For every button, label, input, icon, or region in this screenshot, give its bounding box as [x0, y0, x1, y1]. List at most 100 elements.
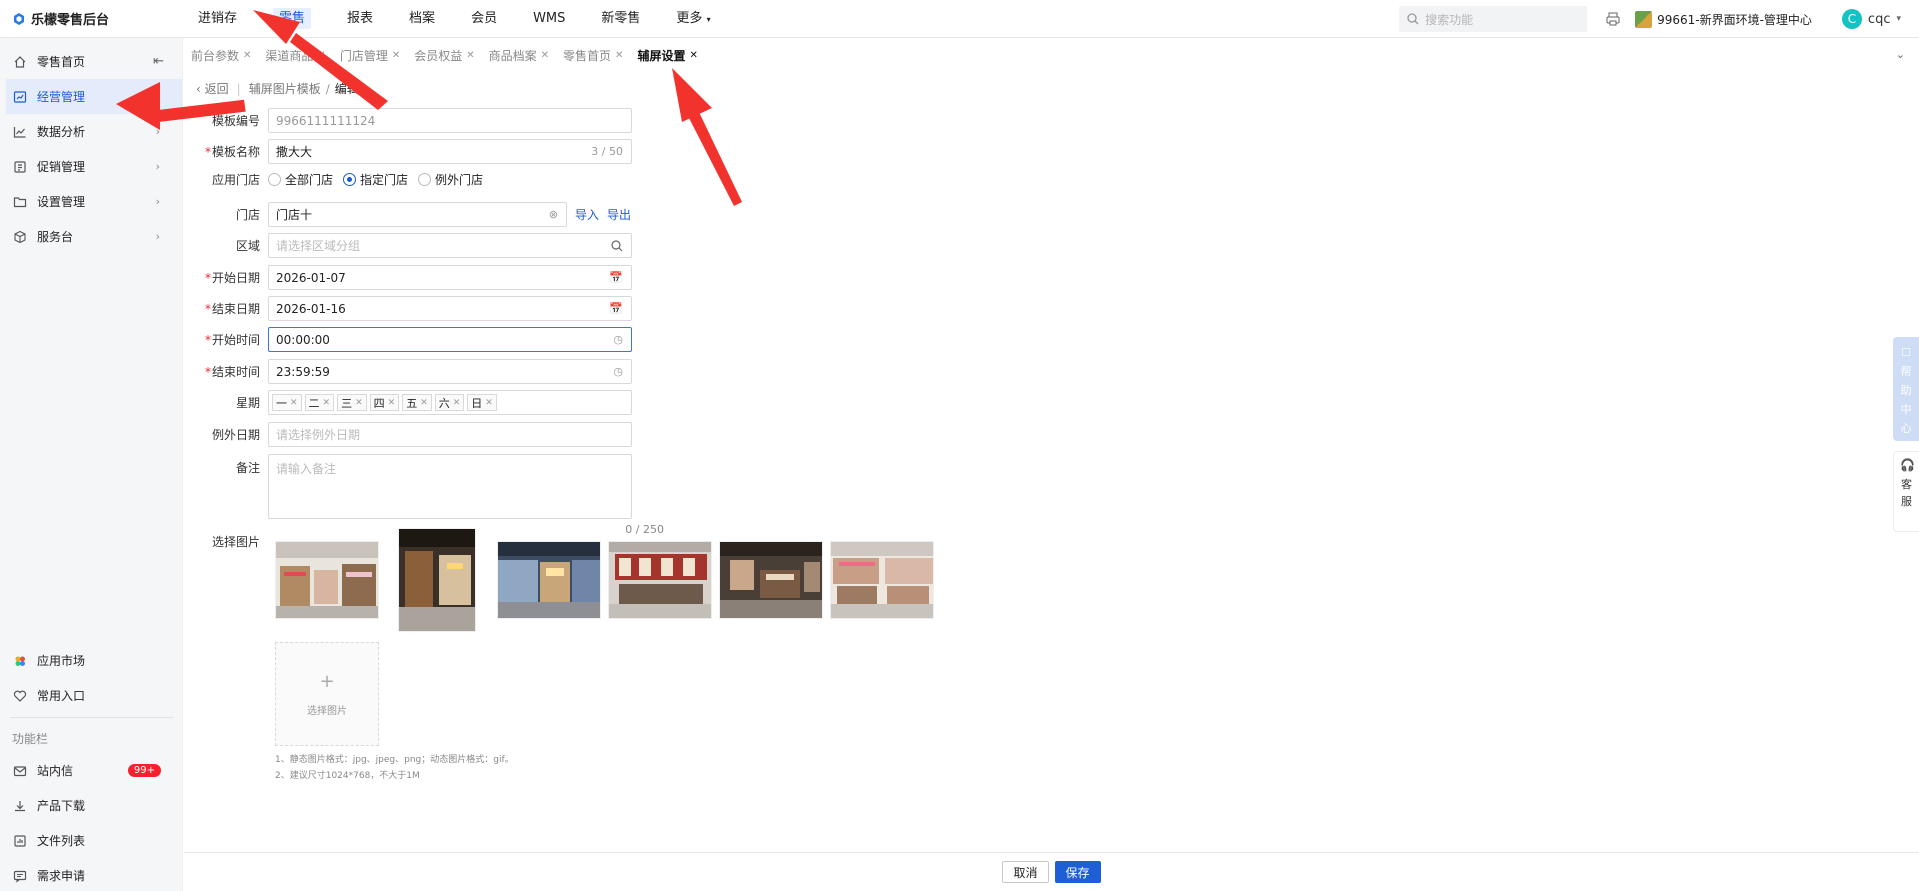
close-icon[interactable]: ✕: [388, 398, 396, 408]
export-link[interactable]: 导出: [607, 206, 631, 223]
template-name-input[interactable]: 撒大大 3 / 50: [268, 139, 632, 164]
app-logo[interactable]: 乐檬零售后台: [0, 9, 180, 28]
template-no-field: 9966111111124: [268, 108, 632, 133]
topnav-item-report[interactable]: 报表: [329, 0, 391, 38]
topnav-item-archive[interactable]: 档案: [391, 0, 453, 38]
weekday-tag: 二 ✕: [304, 394, 335, 411]
image-thumbnail[interactable]: [398, 528, 476, 632]
close-icon[interactable]: ✕: [466, 44, 474, 68]
topnav-item-more[interactable]: 更多 ▾: [658, 0, 728, 38]
close-icon[interactable]: ✕: [615, 44, 623, 68]
close-icon[interactable]: ✕: [355, 398, 363, 408]
main-content: ‹ 返回 | 辅屏图片模板 / 编辑 模板编号 9966111111124 *模…: [184, 69, 1919, 851]
tab-secondary-screen[interactable]: 辅屏设置 ✕: [630, 44, 704, 68]
image-thumbnail[interactable]: [830, 541, 934, 619]
radio-specified-stores[interactable]: 指定门店: [343, 171, 408, 188]
customer-service-button[interactable]: 🎧 客服: [1893, 451, 1919, 532]
sidebar-item-retail-home[interactable]: 零售首页 ⇤: [0, 44, 182, 79]
request-icon: [12, 868, 28, 884]
cube-icon: [12, 229, 28, 245]
sidebar-item-request[interactable]: 需求申请: [0, 858, 183, 891]
close-icon[interactable]: ✕: [323, 398, 331, 408]
file-list-icon: [12, 833, 28, 849]
user-menu[interactable]: C cqc ▾: [1841, 9, 1901, 29]
sidebar-item-favorites[interactable]: 常用入口: [0, 678, 183, 713]
breadcrumb-parent[interactable]: 辅屏图片模板: [249, 80, 321, 97]
close-icon[interactable]: ✕: [392, 44, 400, 68]
end-time-picker[interactable]: 23:59:59 ◷: [268, 359, 632, 384]
upload-hints: 1、静态图片格式：jpg、jpeg、png；动态图片格式：gif。 2、建议尺寸…: [275, 752, 514, 784]
chevron-down-icon[interactable]: ⌄: [1896, 48, 1905, 61]
sidebar-item-settings[interactable]: 设置管理 ›: [0, 184, 182, 219]
close-icon[interactable]: ✕: [420, 398, 428, 408]
image-thumbnail[interactable]: [497, 541, 601, 619]
close-icon[interactable]: ✕: [290, 398, 298, 408]
weekday-select[interactable]: 一 ✕ 二 ✕ 三 ✕ 四 ✕ 五 ✕ 六 ✕ 日 ✕: [268, 390, 632, 415]
sidebar-item-promotion[interactable]: 促销管理 ›: [0, 149, 182, 184]
chevron-down-icon: ▾: [706, 14, 711, 24]
sidebar-item-operation[interactable]: 经营管理: [0, 79, 182, 114]
close-icon[interactable]: ✕: [243, 44, 251, 68]
close-icon[interactable]: ✕: [485, 398, 493, 408]
remark-textarea[interactable]: 请输入备注: [268, 454, 632, 519]
sidebar-item-data-analysis[interactable]: 数据分析 ›: [0, 114, 182, 149]
topnav-item-wms[interactable]: WMS: [515, 0, 583, 38]
sidebar-item-service-desk[interactable]: 服务台 ›: [0, 219, 182, 254]
close-icon[interactable]: ✕: [541, 44, 549, 68]
radio-all-stores[interactable]: 全部门店: [268, 171, 333, 188]
upload-image-button[interactable]: + 选择图片: [275, 642, 379, 746]
sidebar-item-file-list[interactable]: 文件列表: [0, 823, 183, 858]
chevron-right-icon: ›: [155, 160, 160, 173]
mail-icon: [12, 763, 28, 779]
topnav-item-retail[interactable]: 零售: [255, 0, 329, 38]
end-date-picker[interactable]: 2026-01-16 📅: [268, 296, 632, 321]
collapse-sidebar-icon[interactable]: ⇤: [153, 54, 164, 69]
start-date-picker[interactable]: 2026-01-07 📅: [268, 265, 632, 290]
tab-member-rights[interactable]: 会员权益 ✕: [407, 44, 481, 68]
store-avatar: [1635, 10, 1653, 28]
image-thumbnail[interactable]: [608, 541, 712, 619]
region-select[interactable]: 请选择区域分组: [268, 233, 632, 258]
divider: [10, 717, 173, 718]
search-icon: [1407, 13, 1419, 25]
tab-front-params[interactable]: 前台参数 ✕: [184, 44, 258, 68]
headset-icon: 🎧: [1900, 458, 1915, 472]
row-apply-store: 应用门店 全部门店 指定门店 例外门店: [184, 171, 493, 188]
printer-icon[interactable]: [1603, 9, 1623, 29]
close-icon[interactable]: ✕: [453, 398, 461, 408]
close-icon[interactable]: ✕: [317, 44, 325, 68]
search-icon: [611, 240, 623, 252]
help-icon: ☐: [1901, 346, 1911, 359]
sidebar-item-app-market[interactable]: 应用市场: [0, 643, 183, 678]
save-button[interactable]: 保存: [1054, 861, 1101, 883]
topnav-item-member[interactable]: 会员: [453, 0, 515, 38]
tab-store-manage[interactable]: 门店管理 ✕: [333, 44, 407, 68]
topnav-item-inventory[interactable]: 进销存: [180, 0, 255, 38]
help-center-button[interactable]: ☐ 帮助中心: [1893, 337, 1919, 441]
clear-icon[interactable]: ⊗: [549, 208, 558, 221]
weekday-tag: 五 ✕: [402, 394, 432, 411]
radio-except-stores[interactable]: 例外门店: [418, 171, 483, 188]
folder-icon: [12, 194, 28, 210]
import-link[interactable]: 导入: [575, 206, 599, 223]
store-select[interactable]: 门店十 ⊗: [268, 202, 567, 227]
except-date-picker[interactable]: 请选择例外日期: [268, 422, 632, 447]
start-time-picker[interactable]: 00:00:00 ◷: [268, 327, 632, 352]
topnav-item-new-retail[interactable]: 新零售: [583, 0, 658, 38]
tab-channel-goods[interactable]: 渠道商品 ✕: [258, 44, 332, 68]
image-thumbnail[interactable]: [719, 541, 823, 619]
download-icon: [12, 798, 28, 814]
tab-retail-home[interactable]: 零售首页 ✕: [556, 44, 630, 68]
cancel-button[interactable]: 取消: [1002, 861, 1049, 883]
function-search-input[interactable]: 搜索功能: [1399, 6, 1588, 32]
back-link[interactable]: ‹ 返回: [196, 80, 229, 97]
row-except-date: 例外日期 请选择例外日期: [184, 422, 632, 447]
store-selector[interactable]: 99661-新界面环境-管理中心: [1635, 10, 1812, 28]
sidebar-item-download[interactable]: 产品下载: [0, 788, 183, 823]
image-thumbnail[interactable]: [275, 541, 379, 619]
avatar: C: [1841, 9, 1862, 29]
tab-goods-archive[interactable]: 商品档案 ✕: [482, 44, 556, 68]
clock-icon: ◷: [613, 333, 623, 346]
sidebar-item-messages[interactable]: 站内信 99+: [0, 753, 183, 788]
close-icon[interactable]: ✕: [689, 44, 697, 68]
